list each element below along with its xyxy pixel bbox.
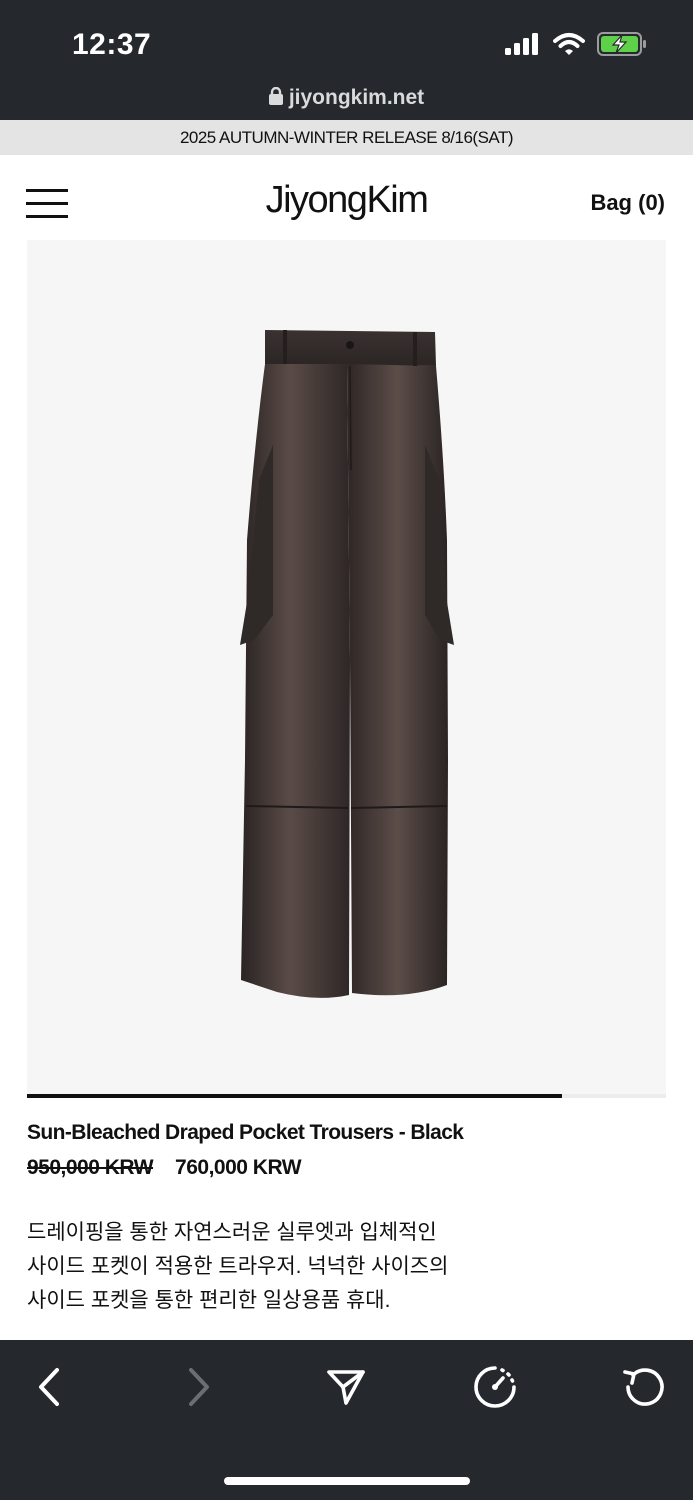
original-price: 950,000 KRW	[27, 1156, 154, 1179]
status-icons	[505, 32, 647, 61]
cellular-signal-icon	[505, 33, 541, 60]
lock-icon	[268, 86, 283, 110]
reload-icon[interactable]	[619, 1364, 669, 1410]
brand-logo[interactable]: JiyongKim	[0, 179, 693, 222]
status-time: 12:37	[72, 28, 152, 61]
product-description: 드레이핑을 통한 자연스러운 실루엣과 입체적인 사이드 포켓이 적용한 트라우…	[27, 1216, 627, 1318]
description-line: 사이드 포켓을 통한 편리한 일상용품 휴대.	[27, 1289, 391, 1312]
site-header: JiyongKim Bag (0)	[0, 155, 693, 240]
promo-text: 2025 AUTUMN-WINTER RELEASE 8/16(SAT)	[179, 127, 514, 147]
price-row: 950,000 KRW 760,000 KRW	[27, 1156, 302, 1180]
status-bar: 12:37 jiyongkim.net	[0, 0, 693, 120]
address-bar[interactable]: jiyongkim.net	[0, 82, 693, 114]
image-carousel-progress	[27, 1094, 666, 1098]
battery-charging-icon	[597, 32, 647, 61]
share-icon[interactable]	[321, 1364, 371, 1410]
back-icon[interactable]	[24, 1364, 74, 1410]
url-text: jiyongkim.net	[288, 86, 425, 109]
carousel-progress-fill	[27, 1094, 562, 1098]
wifi-icon	[553, 32, 585, 61]
browser-toolbar	[0, 1340, 693, 1500]
description-line: 사이드 포켓이 적용한 트라우저. 넉넉한 사이즈의	[27, 1255, 449, 1278]
promo-banner[interactable]: 2025 AUTUMN-WINTER RELEASE 8/16(SAT)	[0, 120, 693, 155]
speedometer-icon[interactable]	[470, 1364, 520, 1410]
sale-price: 760,000 KRW	[175, 1156, 302, 1179]
product-title: Sun-Bleached Draped Pocket Trousers - Bl…	[27, 1121, 464, 1144]
description-line: 드레이핑을 통한 자연스러운 실루엣과 입체적인	[27, 1221, 437, 1244]
forward-icon[interactable]	[174, 1364, 224, 1410]
product-image[interactable]	[27, 240, 666, 1094]
home-indicator	[224, 1477, 470, 1485]
bag-button[interactable]: Bag (0)	[590, 190, 665, 216]
trousers-illustration	[240, 330, 454, 998]
